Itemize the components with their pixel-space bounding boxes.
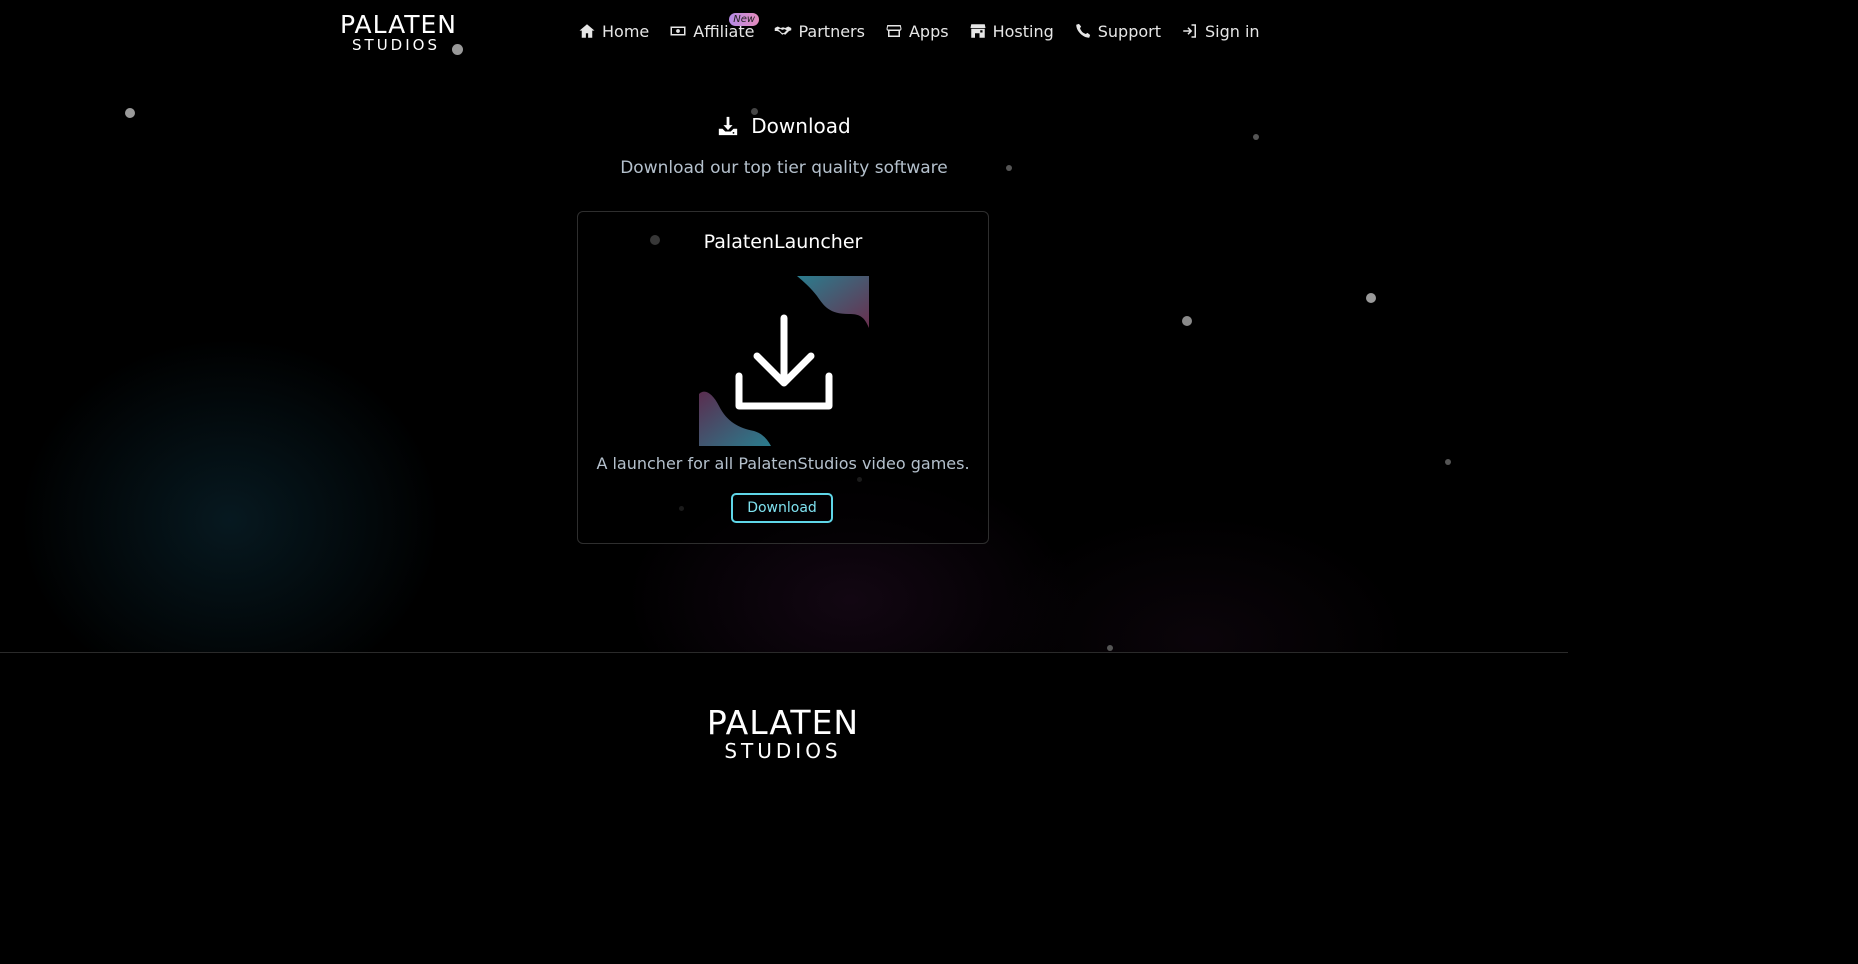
nav-item-label: Support xyxy=(1097,21,1161,41)
particle xyxy=(1445,459,1451,465)
nav-item-hosting[interactable]: Hosting xyxy=(969,22,1054,41)
particle xyxy=(1366,293,1376,303)
product-title: PalatenLauncher xyxy=(703,231,863,253)
sign-in-icon xyxy=(1183,24,1196,38)
money-icon xyxy=(670,26,686,36)
nav-item-label: Apps xyxy=(908,21,949,41)
download-arrow-icon xyxy=(699,276,869,446)
new-badge: New xyxy=(729,12,760,26)
product-card: PalatenLauncher A launcher for all Palat… xyxy=(577,211,989,544)
download-icon xyxy=(719,116,738,136)
store-icon xyxy=(886,25,902,37)
nav-item-partners[interactable]: Partners xyxy=(774,21,865,41)
nav-item-support[interactable]: Support xyxy=(1074,22,1161,41)
section-title-text: Download xyxy=(751,114,851,138)
page: PALATEN STUDIOS Home Affiliate New Partn… xyxy=(0,0,1568,814)
shop-icon xyxy=(970,24,986,38)
nav-item-sign-in[interactable]: Sign in xyxy=(1181,22,1260,41)
nav-item-label: Sign in xyxy=(1204,21,1260,41)
particle xyxy=(452,44,463,55)
home-icon xyxy=(579,24,595,38)
brand-logo[interactable]: PALATEN STUDIOS xyxy=(340,10,458,54)
nav-item-label: Hosting xyxy=(992,21,1054,41)
nav-item-affiliate[interactable]: Affiliate New xyxy=(669,12,760,41)
logo-text-secondary: STUDIOS xyxy=(352,36,440,54)
section-divider xyxy=(0,652,1568,653)
nav-item-apps[interactable]: Apps xyxy=(885,22,949,41)
nav-item-label: Home xyxy=(602,21,650,41)
handshake-icon xyxy=(775,26,792,35)
nav-item-home[interactable]: Home xyxy=(578,22,649,41)
main-nav: Home Affiliate New Partners Apps Hosting… xyxy=(578,12,1260,43)
footer-logo[interactable]: PALATEN STUDIOS xyxy=(704,706,862,761)
particle xyxy=(1182,316,1192,326)
product-description: A launcher for all PalatenStudios video … xyxy=(596,454,970,473)
phone-icon xyxy=(1075,23,1090,38)
logo-text-secondary: STUDIOS xyxy=(724,739,842,763)
logo-text-primary: PALATEN xyxy=(340,10,458,39)
logo-text-primary: PALATEN xyxy=(706,703,860,742)
section-title: Download xyxy=(0,114,1568,138)
section-subtitle: Download our top tier quality software xyxy=(620,158,948,178)
download-button[interactable]: Download xyxy=(731,493,833,523)
nav-item-label: Partners xyxy=(798,21,865,41)
particle xyxy=(1107,645,1113,651)
